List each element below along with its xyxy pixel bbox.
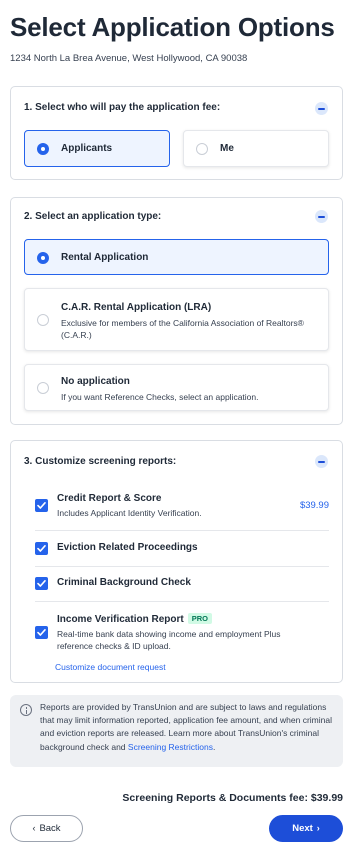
info-icon bbox=[20, 704, 32, 716]
radio-selected-icon bbox=[37, 143, 49, 155]
disclaimer-box: Reports are provided by TransUnion and a… bbox=[10, 695, 343, 767]
screening-restrictions-link[interactable]: Screening Restrictions bbox=[128, 742, 213, 752]
screening-reports-title: 3. Customize screening reports: bbox=[24, 456, 177, 467]
payer-section: 1. Select who will pay the application f… bbox=[10, 86, 343, 180]
type-option-description: If you want Reference Checks, select an … bbox=[61, 392, 259, 402]
application-type-section: 2. Select an application type: Rental Ap… bbox=[10, 197, 343, 425]
collapse-minus-icon[interactable] bbox=[315, 102, 328, 115]
checkbox-check-icon bbox=[37, 545, 46, 552]
disclaimer-text: Reports are provided by TransUnion and a… bbox=[40, 701, 338, 754]
next-button[interactable]: Next › bbox=[269, 815, 343, 842]
pro-badge: PRO bbox=[187, 613, 212, 624]
report-criminal: Criminal Background Check bbox=[11, 573, 342, 597]
report-description: Real-time bank data showing income and e… bbox=[57, 629, 281, 651]
type-option-no-application[interactable]: No application If you want Reference Che… bbox=[24, 364, 329, 411]
report-label: Criminal Background Check bbox=[57, 577, 191, 588]
checkbox-income[interactable] bbox=[35, 626, 48, 639]
type-option-rental-application[interactable]: Rental Application bbox=[24, 239, 329, 275]
checkbox-check-icon bbox=[37, 580, 46, 587]
screening-reports-section: 3. Customize screening reports: Credit R… bbox=[10, 440, 343, 683]
type-option-label: Rental Application bbox=[61, 252, 149, 263]
checkbox-criminal[interactable] bbox=[35, 577, 48, 590]
disclaimer-end: . bbox=[212, 741, 216, 752]
report-credit: Credit Report & Score Includes Applicant… bbox=[11, 489, 342, 529]
report-description: Includes Applicant Identity Verification… bbox=[57, 508, 202, 518]
type-option-car-lra[interactable]: C.A.R. Rental Application (LRA) Exclusiv… bbox=[24, 288, 329, 351]
report-income: Income Verification Report PRO Real-time … bbox=[11, 609, 342, 672]
back-button[interactable]: ‹ Back bbox=[10, 815, 83, 842]
report-eviction: Eviction Related Proceedings bbox=[11, 537, 342, 561]
checkbox-credit-report[interactable] bbox=[35, 499, 48, 512]
payer-option-applicants[interactable]: Applicants bbox=[24, 130, 170, 167]
chevron-left-icon: ‹ bbox=[32, 823, 36, 833]
radio-selected-icon bbox=[37, 252, 49, 264]
report-price: $39.99 bbox=[299, 500, 329, 511]
report-label: Eviction Related Proceedings bbox=[57, 542, 198, 553]
checkbox-check-icon bbox=[37, 629, 46, 636]
divider bbox=[35, 530, 329, 531]
next-button-label: Next bbox=[292, 823, 313, 834]
payer-option-label: Me bbox=[220, 143, 234, 154]
report-label: Credit Report & Score bbox=[57, 493, 162, 504]
page-title: Select Application Options bbox=[10, 12, 335, 42]
radio-unselected-icon bbox=[37, 382, 49, 394]
payer-option-label: Applicants bbox=[61, 143, 113, 154]
radio-unselected-icon bbox=[37, 314, 49, 326]
type-option-description: Exclusive for members of the California … bbox=[61, 318, 304, 340]
application-type-title: 2. Select an application type: bbox=[24, 211, 162, 222]
divider bbox=[35, 601, 329, 602]
checkbox-eviction[interactable] bbox=[35, 542, 48, 555]
payer-option-me[interactable]: Me bbox=[183, 130, 329, 167]
chevron-right-icon: › bbox=[316, 823, 320, 833]
property-address: 1234 North La Brea Avenue, West Hollywoo… bbox=[10, 53, 248, 64]
screening-fee-total: Screening Reports & Documents fee: $39.9… bbox=[122, 792, 343, 804]
type-option-label: No application bbox=[61, 376, 130, 387]
collapse-minus-icon[interactable] bbox=[315, 455, 328, 468]
radio-unselected-icon bbox=[196, 143, 208, 155]
report-label: Income Verification Report PRO bbox=[57, 613, 212, 625]
payer-section-title: 1. Select who will pay the application f… bbox=[24, 102, 221, 113]
customize-document-request-link[interactable]: Customize document request bbox=[55, 661, 166, 673]
collapse-minus-icon[interactable] bbox=[315, 210, 328, 223]
back-button-label: Back bbox=[39, 823, 61, 834]
report-label-text: Income Verification Report bbox=[57, 614, 184, 625]
checkbox-check-icon bbox=[37, 502, 46, 509]
divider bbox=[35, 566, 329, 567]
type-option-label: C.A.R. Rental Application (LRA) bbox=[61, 302, 212, 313]
